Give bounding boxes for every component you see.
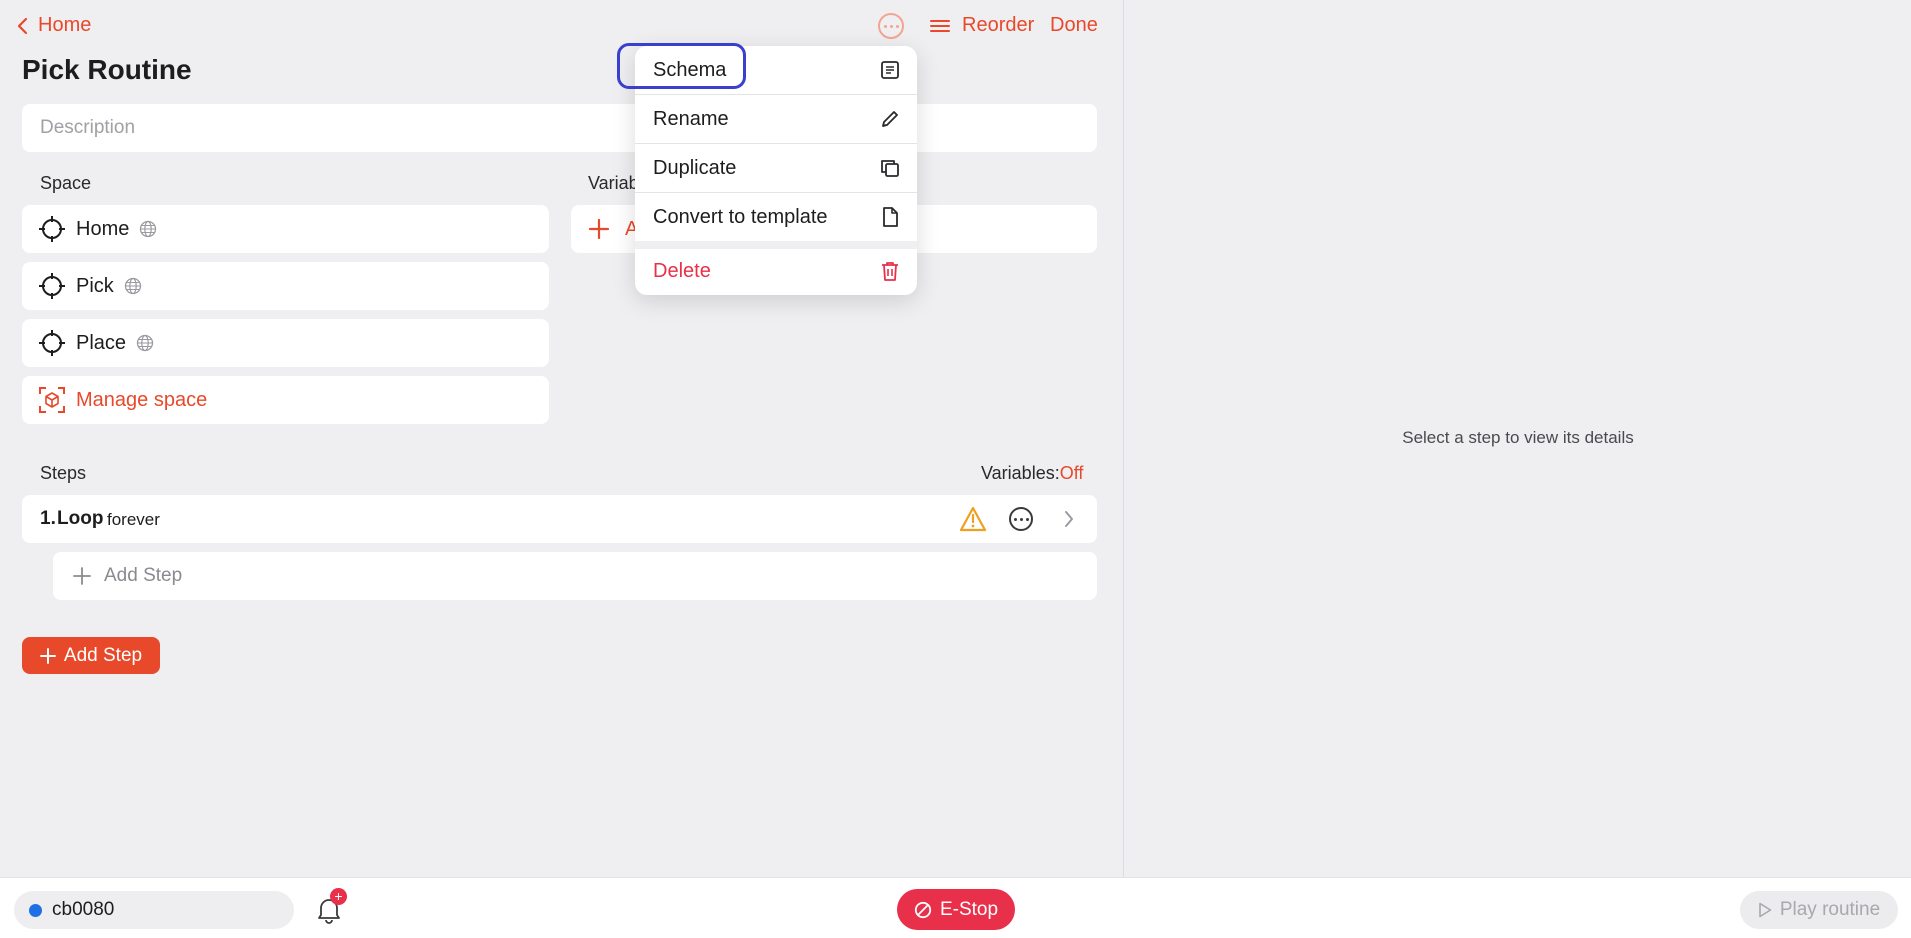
reorder-button[interactable]: Reorder <box>930 14 1034 37</box>
done-button[interactable]: Done <box>1050 14 1098 37</box>
menu-item-label: Rename <box>653 107 729 130</box>
space-item-home[interactable]: Home <box>22 205 549 253</box>
add-substep-button[interactable]: Add Step <box>53 552 1097 600</box>
more-options-button[interactable] <box>878 13 904 39</box>
step-more-button[interactable] <box>1009 507 1033 531</box>
trash-icon <box>882 262 898 281</box>
step-details-pane: Select a step to view its details <box>1123 0 1911 877</box>
menu-item-rename[interactable]: Rename <box>635 95 917 143</box>
space-heading: Space <box>40 173 92 193</box>
plus-icon <box>39 647 56 664</box>
schema-icon <box>881 61 899 79</box>
menu-item-label: Duplicate <box>653 156 737 179</box>
document-icon <box>883 207 898 227</box>
step-row[interactable]: 1. Loop forever <box>22 495 1097 543</box>
step-name: Loop <box>57 508 104 529</box>
description-field[interactable]: Description <box>22 104 1097 152</box>
space-item-label: Home <box>76 217 130 240</box>
menu-item-label: Convert to template <box>653 205 828 228</box>
status-dot <box>29 903 42 917</box>
globe-icon <box>140 220 157 238</box>
schema-highlight-ring <box>617 43 746 89</box>
estop-label: E-Stop <box>939 898 999 920</box>
reorder-lines-icon <box>930 19 950 32</box>
back-home-link[interactable]: Home <box>16 14 91 37</box>
globe-icon <box>124 277 141 295</box>
manage-space-button[interactable]: Manage space <box>22 376 549 424</box>
plus-icon <box>73 567 91 585</box>
play-icon <box>1759 902 1772 918</box>
menu-item-label: Delete <box>653 259 711 282</box>
step-detail: forever <box>107 510 160 529</box>
add-substep-label: Add Step <box>104 565 183 586</box>
plus-icon <box>588 218 610 240</box>
notification-badge: + <box>330 888 347 905</box>
variables-heading: Variab <box>588 173 639 193</box>
reorder-label: Reorder <box>962 14 1035 36</box>
back-home-label: Home <box>38 14 92 36</box>
box-scan-icon <box>39 387 65 413</box>
space-item-place[interactable]: Place <box>22 319 549 367</box>
chevron-right-icon[interactable] <box>1063 509 1075 529</box>
empty-details-text: Select a step to view its details <box>1402 428 1634 447</box>
space-item-pick[interactable]: Pick <box>22 262 549 310</box>
crosshair-icon <box>39 330 65 356</box>
step-number: 1. <box>40 508 56 529</box>
warning-icon[interactable] <box>959 506 987 532</box>
bottom-bar: cb0080 + E-Stop Play routine <box>0 877 1911 938</box>
add-step-button[interactable]: Add Step <box>22 637 160 674</box>
variables-toggle[interactable]: Variables:Off <box>981 463 1083 484</box>
globe-icon <box>136 334 154 352</box>
prohibited-icon <box>914 901 932 918</box>
menu-item-duplicate[interactable]: Duplicate <box>635 144 917 192</box>
estop-button[interactable]: E-Stop <box>897 889 1015 930</box>
copy-icon <box>881 160 899 177</box>
robot-selector[interactable]: cb0080 <box>14 891 294 929</box>
chevron-left-icon <box>17 17 28 34</box>
page-title: Pick Routine <box>22 54 192 85</box>
crosshair-icon <box>39 216 65 242</box>
menu-item-convert-to-template[interactable]: Convert to template <box>635 193 917 241</box>
menu-item-delete[interactable]: Delete <box>635 247 917 295</box>
space-item-label: Pick <box>76 274 114 297</box>
steps-heading: Steps <box>40 463 87 483</box>
play-routine-label: Play routine <box>1779 899 1881 920</box>
variables-toggle-label: Variables: <box>981 463 1060 483</box>
crosshair-icon <box>39 273 65 299</box>
routine-editor-pane: Home Reorder Done Pick Routine Descripti… <box>0 0 1122 877</box>
add-step-label: Add Step <box>63 644 143 666</box>
manage-space-label: Manage space <box>76 388 208 411</box>
notifications-button[interactable]: + <box>314 888 347 924</box>
variables-toggle-state: Off <box>1059 463 1084 483</box>
description-placeholder: Description <box>40 117 136 138</box>
play-routine-button[interactable]: Play routine <box>1740 891 1898 929</box>
space-item-label: Place <box>76 331 127 354</box>
robot-name: cb0080 <box>52 899 115 920</box>
pencil-icon <box>882 111 898 127</box>
